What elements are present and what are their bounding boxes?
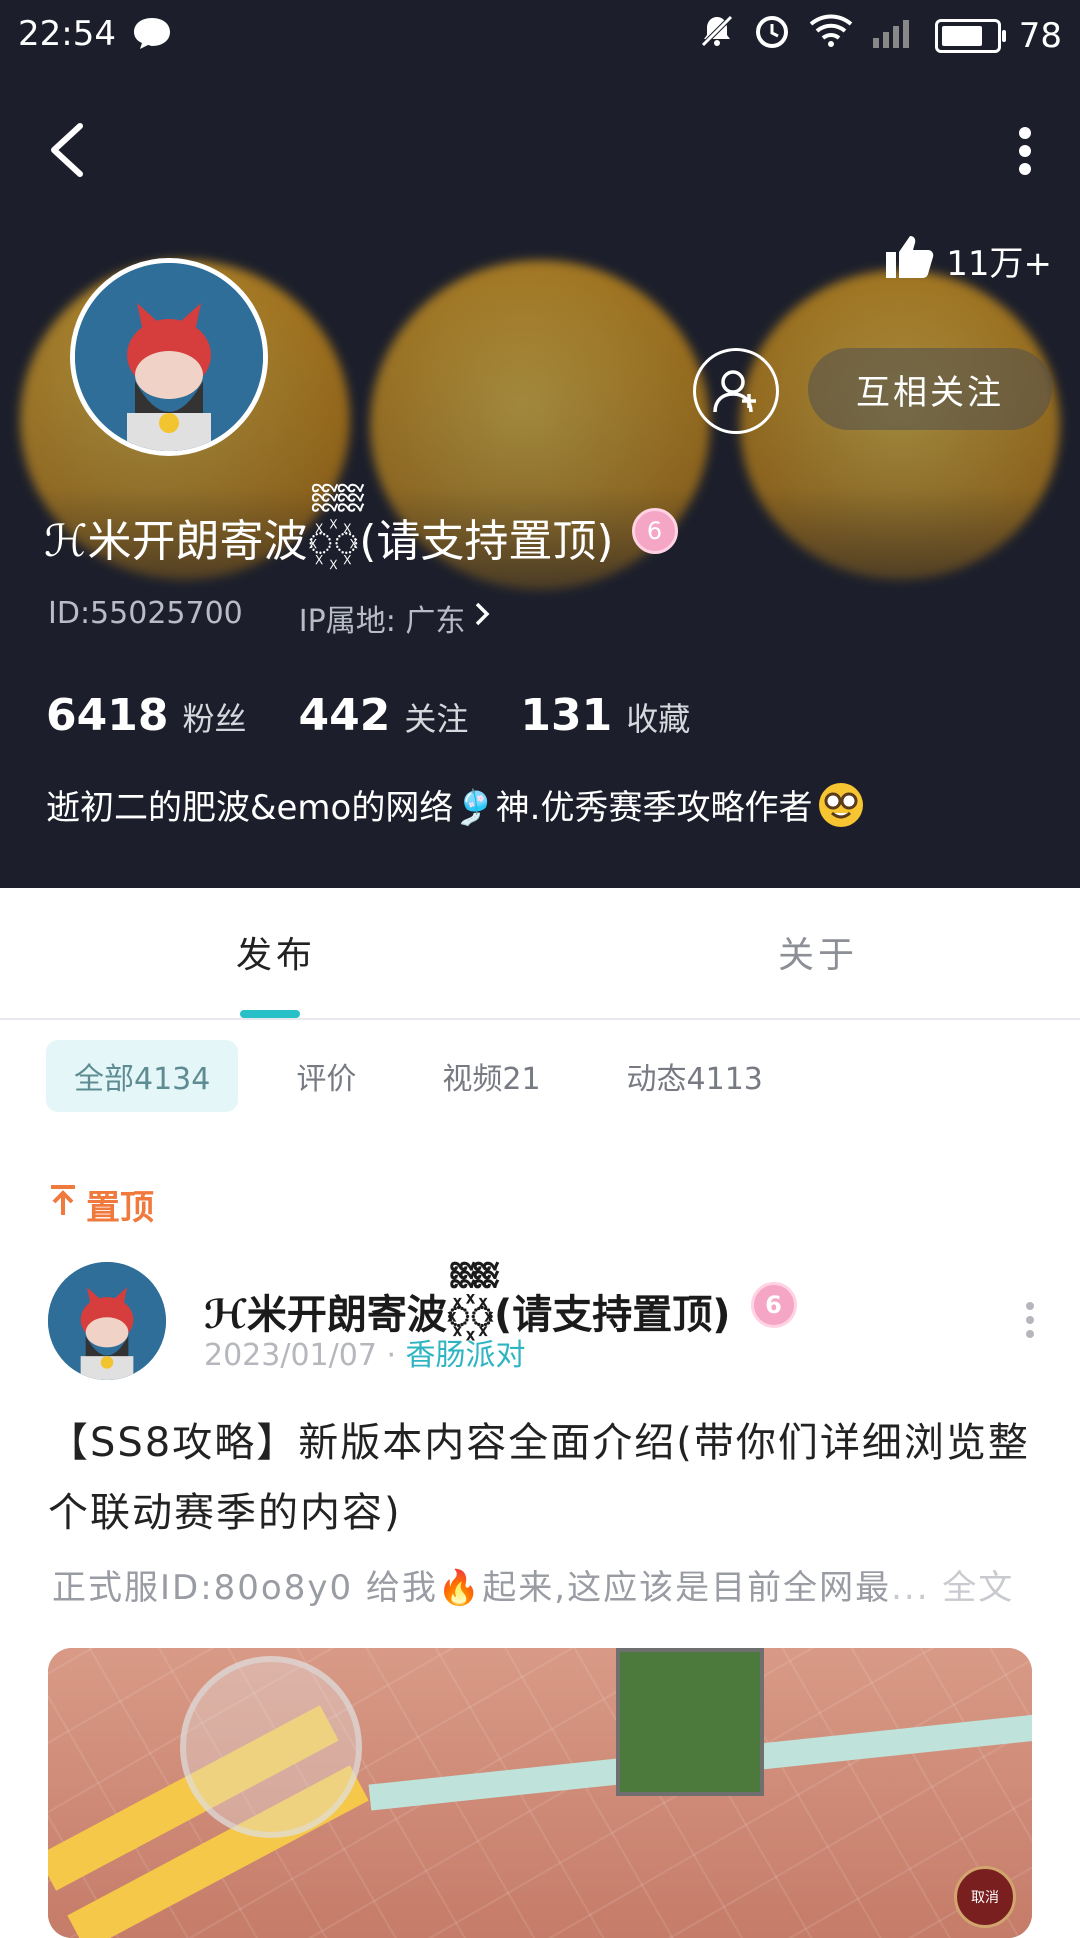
battery-fill xyxy=(941,25,983,46)
stat-label: 收藏 xyxy=(626,700,691,738)
filter-moments[interactable]: 动态4113 xyxy=(599,1040,791,1112)
like-count[interactable]: 11万+ xyxy=(884,232,1052,289)
tab-about[interactable]: 关于 xyxy=(778,926,858,978)
stat-number: 131 xyxy=(520,690,613,741)
joystick-icon xyxy=(180,1656,362,1838)
level-badge: 6 xyxy=(631,507,678,554)
content-tabs: 发布 关于 xyxy=(0,888,1080,1020)
filter-videos[interactable]: 视频21 xyxy=(414,1040,568,1112)
filter-chips: 全部4134 评价 视频21 动态4113 xyxy=(46,1040,821,1112)
status-time: 22:54 xyxy=(18,14,116,54)
status-bar: 22:54 78 xyxy=(0,0,1080,68)
alarm-icon xyxy=(753,12,791,59)
post-more-icon[interactable] xyxy=(1020,1300,1040,1340)
profile-bio-text: 逝初二的肥波&emo的网络🎐神.优秀赛季攻略作者 xyxy=(46,788,813,828)
pinned-text: 置顶 xyxy=(86,1188,154,1228)
profile-stats: 6418 粉丝 442 关注 131 收藏 xyxy=(46,690,690,741)
profile-header: 22:54 78 11万+ 互相关注 ℋ米开朗寄波ᢆ꙰ᢆ(请支持置顶) 6 ID… xyxy=(0,0,1080,888)
minimap xyxy=(616,1648,764,1796)
avatar-illustration xyxy=(48,1262,166,1380)
post-title[interactable]: 【SS8攻略】新版本内容全面介绍(带你们详细浏览整个联动赛季的内容) xyxy=(48,1408,1038,1548)
post-excerpt-text: 正式服ID:80o8y0 给我 xyxy=(52,1568,438,1608)
chevron-right-icon xyxy=(473,600,491,636)
battery-icon xyxy=(934,18,1006,53)
wifi-icon xyxy=(809,14,853,57)
cancel-icon: 取消 xyxy=(954,1866,1016,1928)
ip-location-text: IP属地: 广东 xyxy=(298,604,466,639)
cancel-label: 取消 xyxy=(971,1890,999,1906)
more-vertical-icon[interactable] xyxy=(1010,125,1040,177)
post-meta-separator: · xyxy=(376,1338,406,1373)
post-author-avatar[interactable] xyxy=(48,1262,166,1380)
avatar-illustration xyxy=(75,263,263,451)
stat-number: 442 xyxy=(298,690,391,741)
like-count-text: 11万+ xyxy=(946,244,1052,284)
profile-id: ID:55025700 xyxy=(48,596,243,631)
post-meta: 2023/01/07 · 香肠派对 xyxy=(204,1330,526,1374)
stat-following[interactable]: 442 关注 xyxy=(298,690,468,741)
profile-bio: 逝初二的肥波&emo的网络🎐神.优秀赛季攻略作者 xyxy=(46,780,863,829)
read-full-link[interactable]: ... 全文 xyxy=(891,1568,1014,1608)
tab-publish[interactable]: 发布 xyxy=(236,926,316,978)
filter-reviews[interactable]: 评价 xyxy=(268,1040,384,1112)
post-image[interactable]: 取消 xyxy=(48,1648,1032,1938)
signal-icon xyxy=(871,14,917,57)
mutual-follow-button[interactable]: 互相关注 xyxy=(808,348,1052,430)
thumbs-up-icon xyxy=(884,232,934,289)
mute-icon xyxy=(699,13,735,58)
stat-label: 粉丝 xyxy=(182,700,247,738)
post-header: ℋ米开朗寄波ᢆ꙰ᢆ(请支持置顶) 6 2023/01/07 · 香肠派对 xyxy=(48,1262,1048,1382)
stat-number: 6418 xyxy=(46,690,169,741)
battery-percent: 78 xyxy=(1018,15,1062,56)
filter-all[interactable]: 全部4134 xyxy=(46,1040,239,1112)
profile-username: ℋ米开朗寄波ᢆ꙰ᢆ(请支持置顶) 6 xyxy=(44,492,678,569)
post-category[interactable]: 香肠派对 xyxy=(406,1338,526,1373)
ip-location[interactable]: IP属地: 广东 xyxy=(299,596,492,640)
post-date: 2023/01/07 xyxy=(204,1338,377,1373)
back-arrow-icon[interactable] xyxy=(44,120,94,180)
profile-username-text: ℋ米开朗寄波ᢆ꙰ᢆ(请支持置顶) xyxy=(44,516,614,567)
profile-id-line: ID:55025700 IP属地: 广东 xyxy=(48,596,491,640)
stat-favorites[interactable]: 131 收藏 xyxy=(520,690,690,741)
fire-emoji-icon: 🔥 xyxy=(437,1568,483,1608)
chat-bubble-icon xyxy=(132,16,172,59)
post-excerpt-text-cont: 起来,这应该是目前全网最 xyxy=(482,1568,892,1608)
active-tab-indicator xyxy=(240,1010,300,1018)
pin-icon xyxy=(48,1183,78,1226)
add-user-icon[interactable] xyxy=(693,348,779,434)
stat-fans[interactable]: 6418 粉丝 xyxy=(46,690,246,741)
status-icons: 78 xyxy=(699,12,1062,59)
pinned-label: 置顶 xyxy=(48,1180,154,1229)
nerd-face-icon xyxy=(818,782,863,827)
profile-avatar[interactable] xyxy=(70,258,268,456)
level-badge: 6 xyxy=(750,1282,797,1328)
stat-label: 关注 xyxy=(404,700,469,738)
post-excerpt[interactable]: 正式服ID:80o8y0 给我🔥起来,这应该是目前全网最... 全文 xyxy=(52,1560,1042,1609)
